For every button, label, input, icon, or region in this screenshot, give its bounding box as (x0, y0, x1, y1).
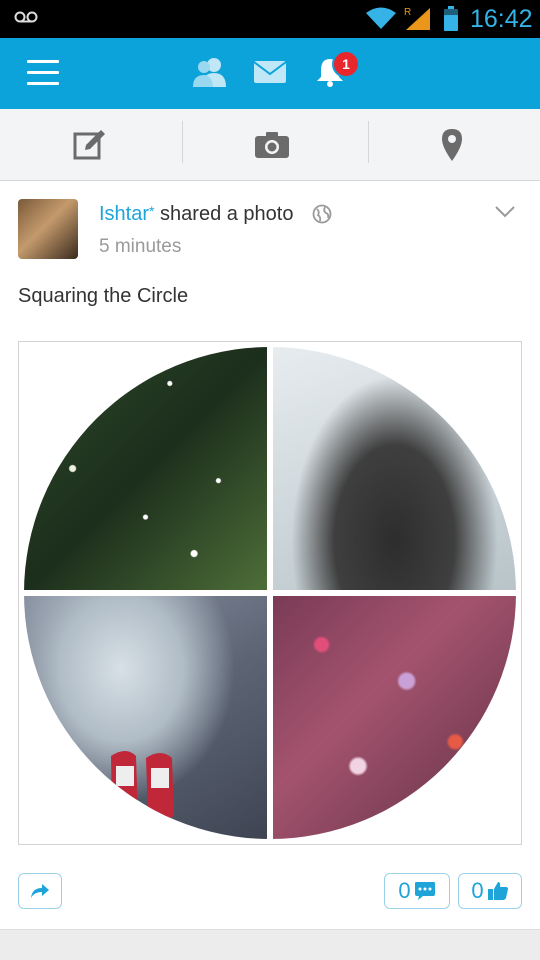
next-post-edge (0, 930, 540, 960)
post-action-text: shared a photo (160, 203, 294, 225)
clock: 16:42 (470, 5, 533, 33)
share-icon (31, 884, 49, 898)
chevron-down-icon[interactable] (494, 205, 516, 219)
post-photo[interactable] (18, 341, 522, 845)
roaming-indicator: R (404, 7, 411, 18)
globe-icon (312, 204, 332, 224)
post-text: Squaring the Circle (18, 285, 189, 307)
camera-icon (255, 131, 289, 158)
post-timestamp: 5 minutes (99, 236, 182, 257)
post-footer: 0 0 (0, 873, 540, 913)
friends-icon[interactable] (192, 56, 230, 88)
thumbs-up-icon (487, 882, 508, 900)
notification-badge[interactable]: 1 (332, 50, 360, 78)
likes-count: 0 (471, 878, 484, 903)
voicemail-icon (14, 11, 38, 23)
post-actions-bar (0, 109, 540, 181)
photo-tile (24, 596, 267, 839)
photo-collage (24, 347, 516, 839)
status-bar: R 16:42 (0, 0, 540, 38)
author-marker: * (149, 203, 155, 219)
share-button[interactable] (18, 873, 62, 909)
photo-tile (24, 347, 267, 590)
signal-icon: R (404, 7, 430, 30)
author-name[interactable]: Ishtar (99, 203, 149, 225)
location-button[interactable] (362, 109, 540, 180)
wifi-icon (366, 7, 396, 29)
post-header: Ishtar* shared a photo (99, 203, 293, 226)
sneakers-graphic (111, 751, 174, 820)
mail-icon[interactable] (253, 60, 287, 84)
photo-tile (273, 596, 516, 839)
comments-button[interactable]: 0 (384, 873, 450, 909)
compose-button[interactable] (0, 109, 180, 180)
battery-icon (444, 6, 458, 31)
post-card: Ishtar* shared a photo 5 minutes Squarin… (0, 181, 540, 930)
location-pin-icon (442, 128, 462, 161)
comment-icon (414, 882, 435, 900)
like-button[interactable]: 0 (458, 873, 522, 909)
menu-icon[interactable] (27, 60, 59, 86)
photo-tile (273, 347, 516, 590)
camera-button[interactable] (182, 109, 362, 180)
comments-count: 0 (398, 878, 411, 903)
app-bar: 1 (0, 38, 540, 109)
compose-icon (73, 129, 105, 159)
avatar[interactable] (18, 199, 78, 259)
